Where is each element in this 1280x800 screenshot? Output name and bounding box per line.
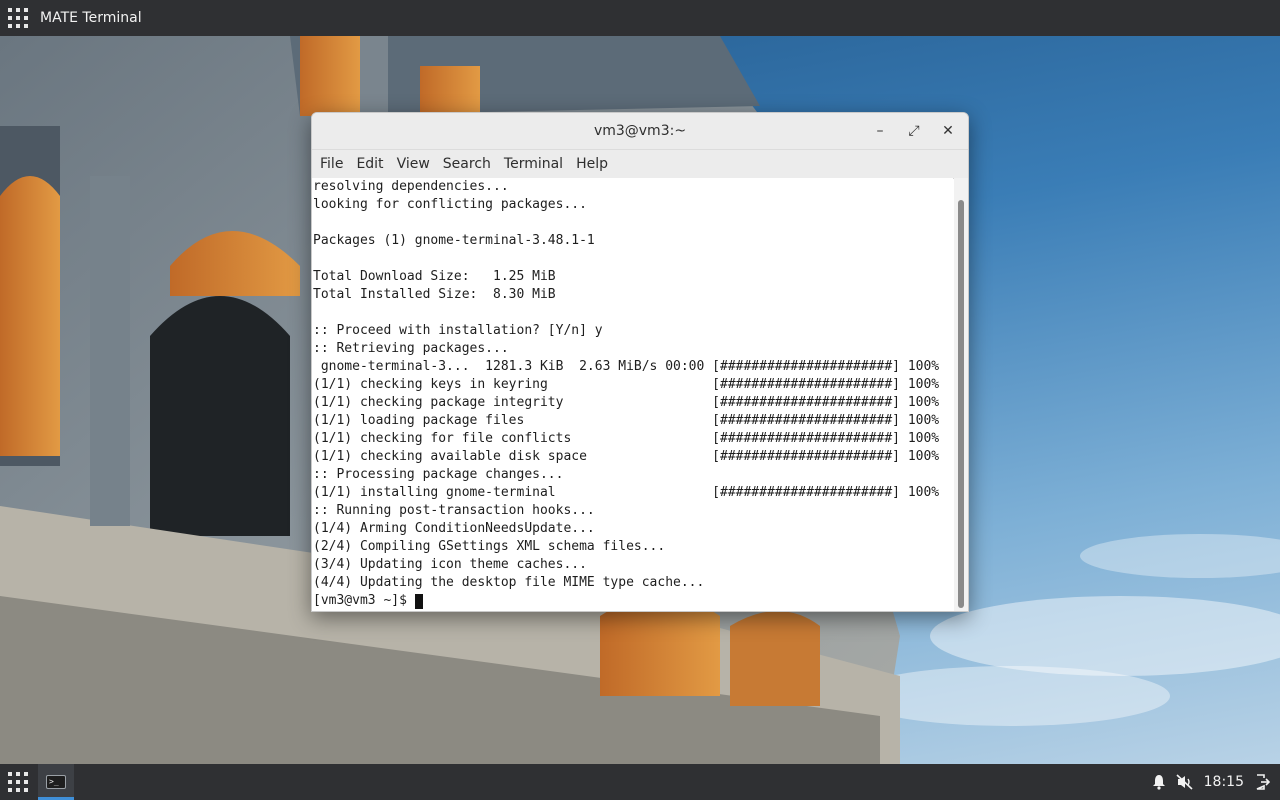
terminal-area[interactable]: resolving dependencies... looking for co… bbox=[312, 178, 953, 611]
close-icon[interactable]: ✕ bbox=[936, 119, 960, 143]
menu-edit[interactable]: Edit bbox=[350, 156, 389, 172]
scrollbar-thumb[interactable] bbox=[958, 200, 964, 608]
maximize-icon[interactable]: ⤢ bbox=[902, 119, 926, 143]
menu-view[interactable]: View bbox=[391, 156, 436, 172]
menu-terminal[interactable]: Terminal bbox=[498, 156, 569, 172]
terminal-scrollbar[interactable] bbox=[954, 178, 968, 611]
apps-grid-icon[interactable] bbox=[8, 772, 28, 792]
menu-help[interactable]: Help bbox=[570, 156, 614, 172]
logout-icon[interactable] bbox=[1254, 773, 1272, 791]
top-panel: MATE Terminal bbox=[0, 0, 1280, 36]
terminal-icon: >_ bbox=[46, 775, 66, 789]
apps-grid-icon[interactable] bbox=[8, 8, 28, 28]
notification-bell-icon[interactable] bbox=[1150, 773, 1168, 791]
taskbar-terminal-button[interactable]: >_ bbox=[38, 764, 74, 800]
clock[interactable]: 18:15 bbox=[1204, 774, 1244, 790]
audio-muted-icon[interactable] bbox=[1176, 773, 1194, 791]
menu-bar: File Edit View Search Terminal Help bbox=[312, 150, 968, 179]
bottom-panel: >_ 18:15 bbox=[0, 764, 1280, 800]
minimize-icon[interactable]: – bbox=[868, 119, 892, 143]
window-titlebar[interactable]: vm3@vm3:~ – ⤢ ✕ bbox=[312, 113, 968, 150]
text-cursor bbox=[414, 593, 423, 609]
system-tray: 18:15 bbox=[1150, 764, 1280, 800]
prompt-line[interactable]: [vm3@vm3 ~]$ bbox=[312, 592, 953, 610]
terminal-window: vm3@vm3:~ – ⤢ ✕ File Edit View Search Te… bbox=[311, 112, 969, 612]
window-title: vm3@vm3:~ bbox=[593, 123, 687, 139]
active-app-title: MATE Terminal bbox=[40, 10, 142, 26]
menu-file[interactable]: File bbox=[314, 156, 349, 172]
window-controls: – ⤢ ✕ bbox=[858, 113, 960, 149]
terminal-output: resolving dependencies... looking for co… bbox=[313, 179, 940, 590]
shell-prompt: [vm3@vm3 ~]$ bbox=[313, 593, 407, 608]
menu-search[interactable]: Search bbox=[437, 156, 497, 172]
